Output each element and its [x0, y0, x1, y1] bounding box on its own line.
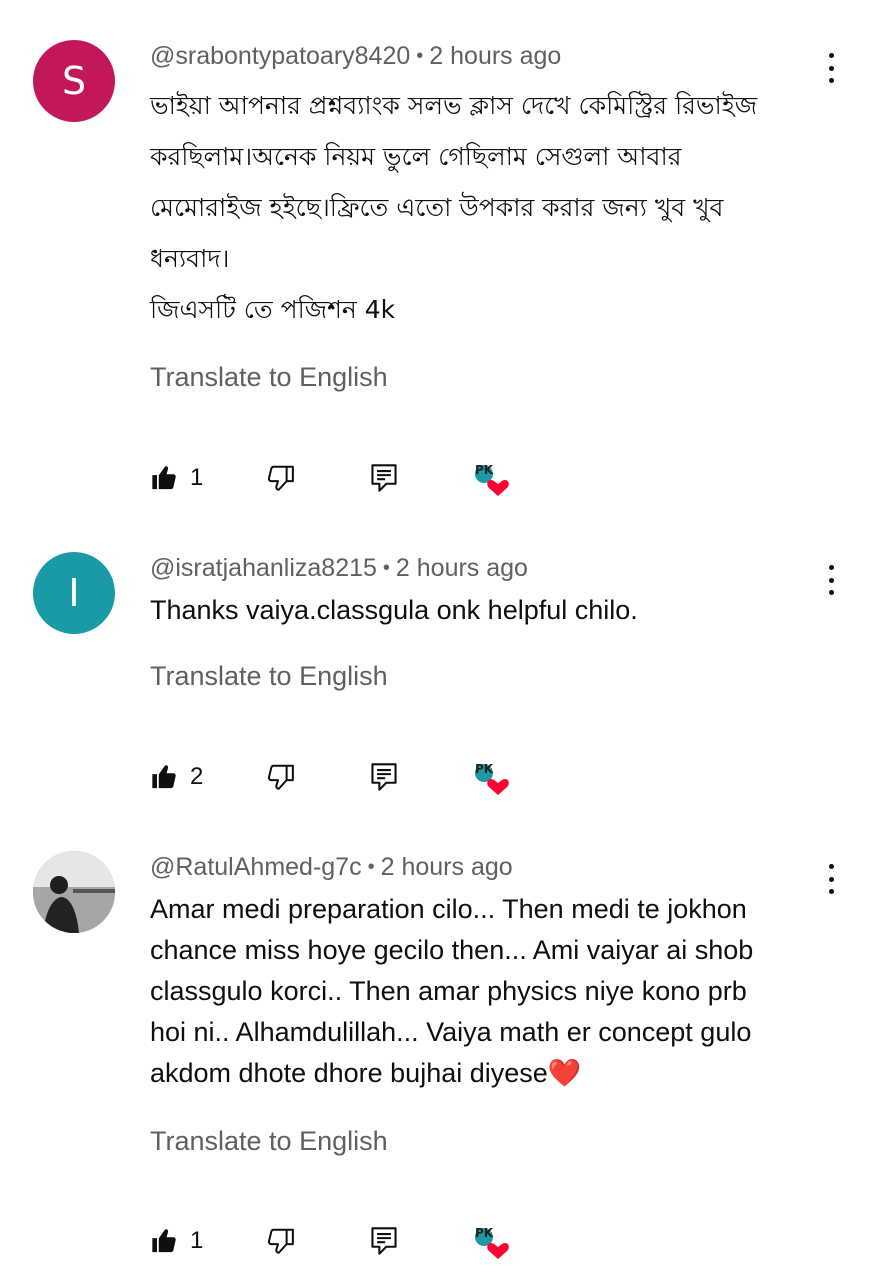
comment-time: 2 hours ago: [380, 853, 513, 881]
avatar-photo: [33, 851, 115, 933]
like-count: 1: [190, 1227, 204, 1254]
reply-icon: [371, 1227, 397, 1255]
creator-heart-icon: PK: [472, 1221, 512, 1266]
reply-icon: [371, 763, 397, 791]
comment-author[interactable]: @isratjahanliza8215: [150, 554, 377, 582]
like-count: 1: [190, 464, 204, 491]
comment-meta: @RatulAhmed-g7c • 2 hours ago: [150, 853, 513, 881]
comment-actions: 1 PK: [150, 1221, 550, 1261]
comment-author[interactable]: @srabontypatoary8420: [150, 42, 410, 70]
like-button[interactable]: 2: [150, 757, 203, 797]
translate-button[interactable]: Translate to English: [150, 661, 388, 692]
comment-actions: 1 PK: [150, 458, 550, 498]
comment-time: 2 hours ago: [395, 554, 528, 582]
comment-text: Amar medi preparation cilo... Then medi …: [150, 894, 754, 1088]
thumbs-up-icon: [152, 765, 176, 789]
svg-text:PK: PK: [475, 1226, 494, 1240]
comment-text: Thanks vaiya.classgula onk helpful chilo…: [150, 595, 638, 625]
like-button[interactable]: 1: [150, 1221, 203, 1261]
translate-button[interactable]: Translate to English: [150, 362, 388, 393]
comment-actions: 2 PK: [150, 757, 550, 797]
dislike-button[interactable]: [266, 458, 296, 498]
comment-text: ভাইয়া আপনার প্রশ্নব্যাংক সলভ ক্লাস দেখে…: [150, 91, 758, 324]
svg-text:PK: PK: [475, 463, 494, 477]
like-button[interactable]: 1: [150, 458, 203, 498]
thumbs-up-icon: [152, 1229, 176, 1253]
thumbs-up-icon: [152, 466, 176, 490]
svg-text:PK: PK: [475, 762, 494, 776]
thumbs-down-icon: [267, 465, 294, 491]
dislike-button[interactable]: [266, 1221, 296, 1261]
reply-button[interactable]: [370, 1221, 398, 1261]
thumbs-down-icon: [267, 1228, 294, 1254]
dislike-button[interactable]: [266, 757, 296, 797]
comment-meta: @isratjahanliza8215 • 2 hours ago: [150, 554, 528, 582]
comment-author[interactable]: @RatulAhmed-g7c: [150, 853, 362, 881]
avatar-letter: S: [61, 59, 87, 103]
thumbs-down-icon: [267, 764, 294, 790]
avatar[interactable]: [33, 851, 115, 933]
creator-heart-icon: PK: [472, 757, 512, 802]
reply-icon: [371, 464, 397, 492]
avatar[interactable]: S: [33, 40, 115, 122]
avatar-letter: I: [68, 571, 80, 615]
reply-button[interactable]: [370, 757, 398, 797]
like-count: 2: [190, 763, 204, 790]
creator-heart-icon: PK: [472, 458, 512, 503]
translate-button[interactable]: Translate to English: [150, 1126, 388, 1157]
comment-meta: @srabontypatoary8420 • 2 hours ago: [150, 42, 562, 70]
reply-button[interactable]: [370, 458, 398, 498]
avatar[interactable]: I: [33, 552, 115, 634]
comment-time: 2 hours ago: [429, 42, 562, 70]
